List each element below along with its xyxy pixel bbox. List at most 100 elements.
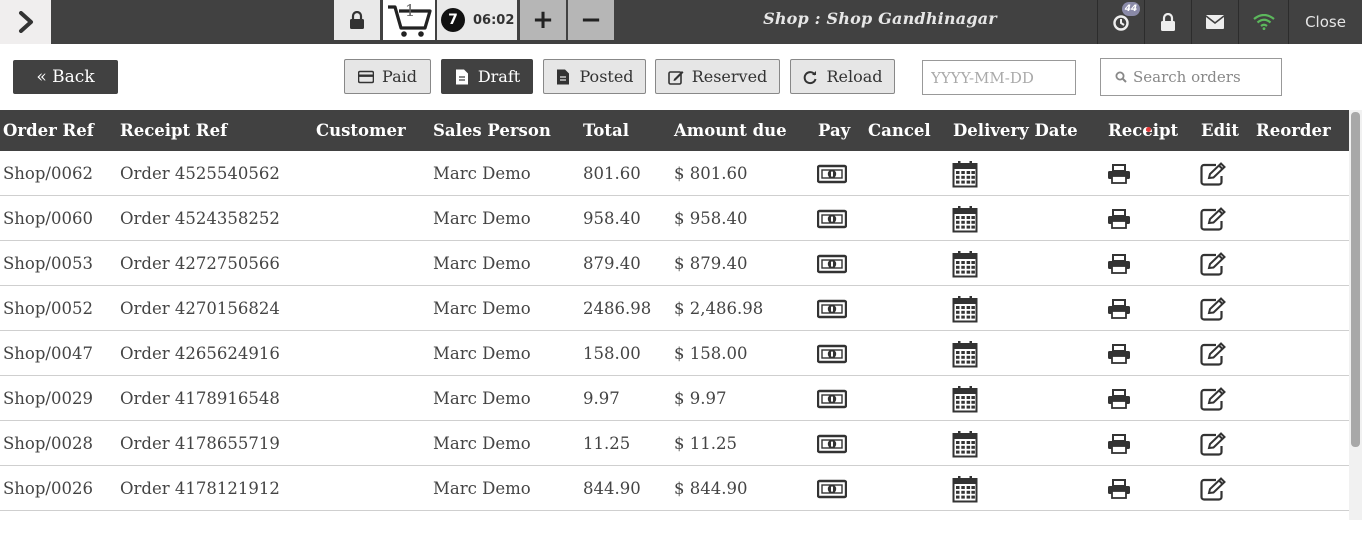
pay-button[interactable] — [817, 196, 847, 241]
header-edit: Edit — [1201, 121, 1240, 140]
table-row[interactable]: Shop/0052 Order 4270156824 Marc Demo 2486.9… — [0, 286, 1349, 331]
cell-sales-person: Marc Demo — [433, 344, 531, 363]
wifi-icon — [1252, 14, 1275, 30]
calendar-icon — [952, 475, 978, 502]
table-row[interactable]: Shop/0047 Order 4265624916 Marc Demo 158.00… — [0, 331, 1349, 376]
delivery-date-button[interactable] — [952, 241, 978, 286]
cell-amount-due: $ 9.97 — [674, 389, 727, 408]
delivery-date-button[interactable] — [952, 151, 978, 196]
print-receipt-button[interactable] — [1107, 376, 1131, 421]
header-order-ref[interactable]: Order Ref — [3, 110, 94, 151]
print-receipt-button[interactable] — [1107, 196, 1131, 241]
filter-paid-label: Paid — [382, 67, 417, 86]
filter-draft-button[interactable]: Draft — [441, 59, 533, 94]
filter-posted-button[interactable]: Posted — [543, 59, 646, 94]
delivery-date-button[interactable] — [952, 286, 978, 331]
calendar-icon — [952, 160, 978, 187]
cart-button[interactable]: 1 — [383, 0, 435, 40]
calendar-icon — [952, 340, 978, 367]
cell-sales-person: Marc Demo — [433, 389, 531, 408]
cell-total: 801.60 — [583, 164, 641, 183]
print-receipt-button[interactable] — [1107, 466, 1131, 511]
cell-amount-due: $ 958.40 — [674, 209, 748, 228]
print-receipt-button[interactable] — [1107, 151, 1131, 196]
sync-button[interactable]: 44 — [1097, 0, 1143, 44]
cell-total: 9.97 — [583, 389, 620, 408]
new-order-button[interactable]: + — [520, 0, 566, 40]
cell-order-ref: Shop/0060 — [3, 209, 93, 228]
edit-icon — [1200, 431, 1226, 456]
pay-button[interactable] — [817, 421, 847, 466]
pay-button[interactable] — [817, 331, 847, 376]
pay-button[interactable] — [817, 241, 847, 286]
table-row[interactable]: Shop/0062 Order 4525540562 Marc Demo 801.60… — [0, 151, 1349, 196]
back-button[interactable]: « Back — [13, 60, 118, 94]
table-row[interactable]: Shop/0028 Order 4178655719 Marc Demo 11.25 $… — [0, 421, 1349, 466]
edit-order-button[interactable] — [1200, 286, 1228, 331]
messages-button[interactable] — [1191, 0, 1237, 44]
notification-dot — [1146, 127, 1151, 132]
header-amount-due[interactable]: Amount due — [674, 110, 787, 151]
header-total[interactable]: Total — [583, 110, 629, 151]
edit-icon — [1200, 161, 1226, 186]
filter-paid-button[interactable]: Paid — [344, 59, 431, 94]
table-row[interactable]: Shop/0029 Order 4178916548 Marc Demo 9.97 $ … — [0, 376, 1349, 421]
edit-order-button[interactable] — [1200, 376, 1228, 421]
search-icon — [1115, 71, 1127, 83]
table-row[interactable]: Shop/0026 Order 4178121912 Marc Demo 844.90… — [0, 466, 1349, 511]
expand-panel-button[interactable] — [0, 0, 51, 44]
money-icon — [817, 299, 847, 318]
top-bar: 1 7 06:02 + − Shop : Shop Gandhinagar 44… — [0, 0, 1362, 44]
table-scrollbar[interactable] — [1349, 110, 1362, 520]
shop-title: Shop : Shop Gandhinagar — [763, 8, 997, 28]
edit-icon — [1200, 251, 1226, 276]
cell-amount-due: $ 879.40 — [674, 254, 748, 273]
print-receipt-button[interactable] — [1107, 331, 1131, 376]
edit-order-button[interactable] — [1200, 151, 1228, 196]
header-customer[interactable]: Customer — [316, 110, 406, 151]
filter-reserved-button[interactable]: Reserved — [655, 59, 780, 94]
close-button[interactable]: Close — [1288, 0, 1362, 44]
delivery-date-button[interactable] — [952, 466, 978, 511]
cell-amount-due: $ 11.25 — [674, 434, 737, 453]
print-receipt-button[interactable] — [1107, 421, 1131, 466]
calendar-icon — [952, 295, 978, 322]
header-sales-person[interactable]: Sales Person — [433, 110, 551, 151]
connection-status-button[interactable] — [1238, 0, 1288, 44]
search-box[interactable] — [1100, 58, 1282, 96]
pay-button[interactable] — [817, 286, 847, 331]
edit-order-button[interactable] — [1200, 331, 1228, 376]
table-row[interactable]: Shop/0053 Order 4272750566 Marc Demo 879.40… — [0, 241, 1349, 286]
delivery-date-input[interactable] — [922, 60, 1076, 95]
delivery-date-button[interactable] — [952, 421, 978, 466]
credit-card-icon — [358, 70, 375, 83]
pay-button[interactable] — [817, 466, 847, 511]
cell-amount-due: $ 801.60 — [674, 164, 748, 183]
header-receipt-ref[interactable]: Receipt Ref — [120, 110, 227, 151]
cell-sales-person: Marc Demo — [433, 209, 531, 228]
print-receipt-button[interactable] — [1107, 286, 1131, 331]
search-input[interactable] — [1133, 68, 1273, 86]
order-tab[interactable]: 7 06:02 — [437, 0, 517, 40]
cell-total: 958.40 — [583, 209, 641, 228]
cell-sales-person: Marc Demo — [433, 299, 531, 318]
edit-order-button[interactable] — [1200, 466, 1228, 511]
delivery-date-button[interactable] — [952, 196, 978, 241]
delete-order-button[interactable]: − — [568, 0, 614, 40]
lock-button[interactable] — [334, 0, 380, 40]
edit-order-button[interactable] — [1200, 241, 1228, 286]
print-receipt-button[interactable] — [1107, 241, 1131, 286]
reload-button[interactable]: Reload — [790, 59, 895, 94]
lock-screen-button[interactable] — [1144, 0, 1190, 44]
delivery-date-button[interactable] — [952, 376, 978, 421]
scrollbar-thumb[interactable] — [1351, 112, 1360, 447]
cell-sales-person: Marc Demo — [433, 434, 531, 453]
edit-order-button[interactable] — [1200, 196, 1228, 241]
file-icon — [455, 69, 468, 84]
pay-button[interactable] — [817, 376, 847, 421]
pay-button[interactable] — [817, 151, 847, 196]
printer-icon — [1108, 478, 1130, 499]
table-row[interactable]: Shop/0060 Order 4524358252 Marc Demo 958.40… — [0, 196, 1349, 241]
edit-order-button[interactable] — [1200, 421, 1228, 466]
delivery-date-button[interactable] — [952, 331, 978, 376]
